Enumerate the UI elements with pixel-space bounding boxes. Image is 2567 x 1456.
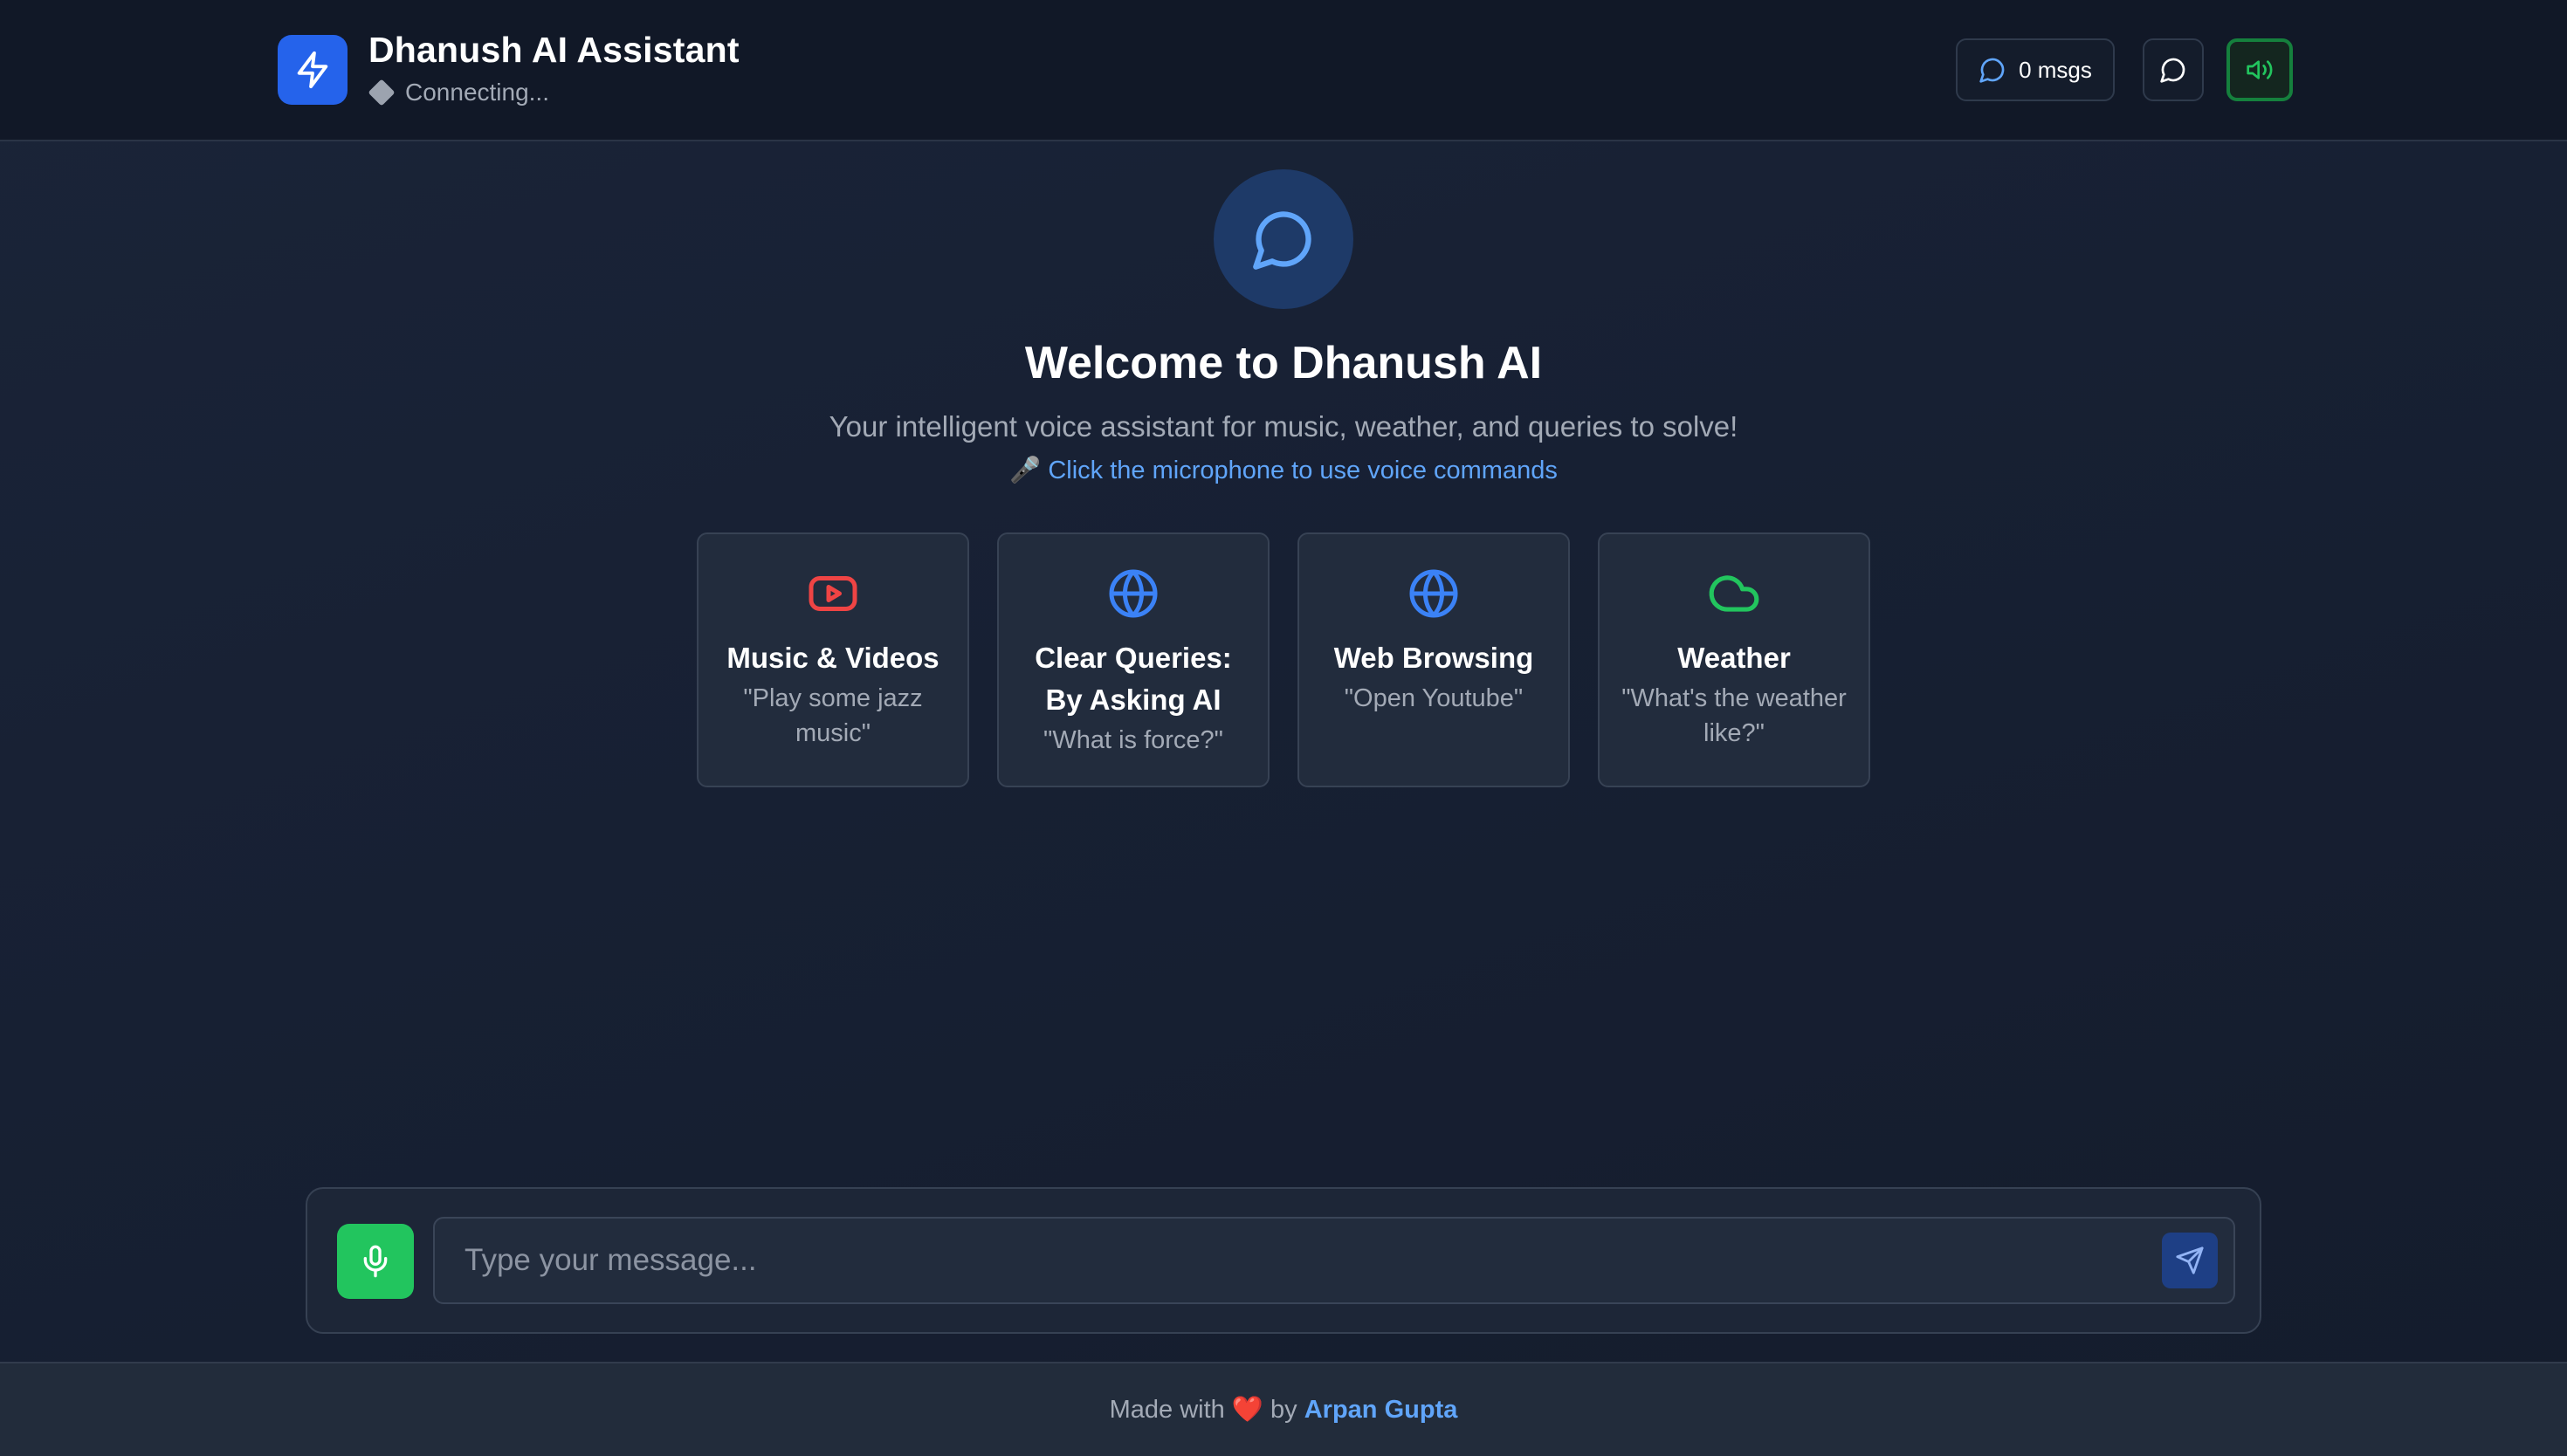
voice-hint-text: Click the microphone to use voice comman… bbox=[1048, 457, 1558, 484]
chat-bubble-icon bbox=[1979, 58, 2005, 83]
microphone-icon bbox=[363, 1245, 388, 1278]
message-composer bbox=[306, 1187, 2261, 1334]
lightning-bolt-icon bbox=[278, 35, 348, 105]
heart-icon: ❤️ bbox=[1231, 1396, 1263, 1424]
feature-card-queries[interactable]: Clear Queries: By Asking AI "What is for… bbox=[997, 532, 1270, 787]
globe-icon bbox=[1299, 566, 1568, 622]
send-button[interactable] bbox=[2162, 1233, 2218, 1288]
feature-card-title: Web Browsing bbox=[1333, 642, 1534, 674]
feature-card-title: Clear Queries: By Asking AI bbox=[1035, 642, 1232, 716]
youtube-play-icon bbox=[699, 566, 967, 622]
footer-prefix: Made with bbox=[1109, 1395, 1232, 1424]
footer-by: by bbox=[1263, 1395, 1304, 1424]
status-indicator-icon bbox=[368, 79, 396, 106]
feature-card-example: "Play some jazz music" bbox=[743, 684, 923, 747]
feature-card-title: Weather bbox=[1677, 642, 1791, 674]
message-count-button[interactable]: 0 msgs bbox=[1956, 38, 2115, 101]
welcome-subtitle: Your intelligent voice assistant for mus… bbox=[829, 410, 1738, 443]
author-link[interactable]: Arpan Gupta bbox=[1304, 1396, 1458, 1425]
welcome-title: Welcome to Dhanush AI bbox=[1024, 338, 1543, 388]
voice-hint: 🎤 Click the microphone to use voice comm… bbox=[0, 456, 2567, 485]
feature-card-example: "What's the weather like?" bbox=[1621, 684, 1847, 747]
chat-history-button[interactable] bbox=[2143, 38, 2204, 101]
feature-card-title: Music & Videos bbox=[726, 642, 939, 674]
cloud-icon bbox=[1600, 566, 1868, 622]
microphone-button[interactable] bbox=[337, 1224, 414, 1299]
footer: Made with ❤️ by Arpan Gupta bbox=[0, 1362, 2567, 1456]
message-input[interactable] bbox=[433, 1217, 2235, 1304]
app-header: Dhanush AI Assistant Connecting... 0 msg… bbox=[0, 0, 2567, 141]
feature-card-example: "Open Youtube" bbox=[1344, 684, 1524, 712]
voice-output-toggle[interactable] bbox=[2226, 38, 2293, 101]
feature-card-browsing[interactable]: Web Browsing "Open Youtube" bbox=[1297, 532, 1570, 787]
globe-icon bbox=[999, 566, 1268, 622]
send-icon bbox=[2176, 1247, 2204, 1274]
feature-card-example: "What is force?" bbox=[1043, 726, 1223, 754]
app-title: Dhanush AI Assistant bbox=[368, 30, 740, 70]
welcome-chat-icon bbox=[1214, 169, 1353, 309]
microphone-emoji-icon: 🎤 bbox=[1009, 457, 1042, 484]
feature-card-music[interactable]: Music & Videos "Play some jazz music" bbox=[697, 532, 969, 787]
feature-card-weather[interactable]: Weather "What's the weather like?" bbox=[1598, 532, 1870, 787]
connection-status-text: Connecting... bbox=[405, 79, 549, 106]
connection-status: Connecting... bbox=[368, 79, 549, 106]
speaker-volume-icon bbox=[2247, 60, 2273, 79]
chat-bubble-icon bbox=[2160, 58, 2185, 83]
message-count-label: 0 msgs bbox=[2019, 56, 2092, 83]
